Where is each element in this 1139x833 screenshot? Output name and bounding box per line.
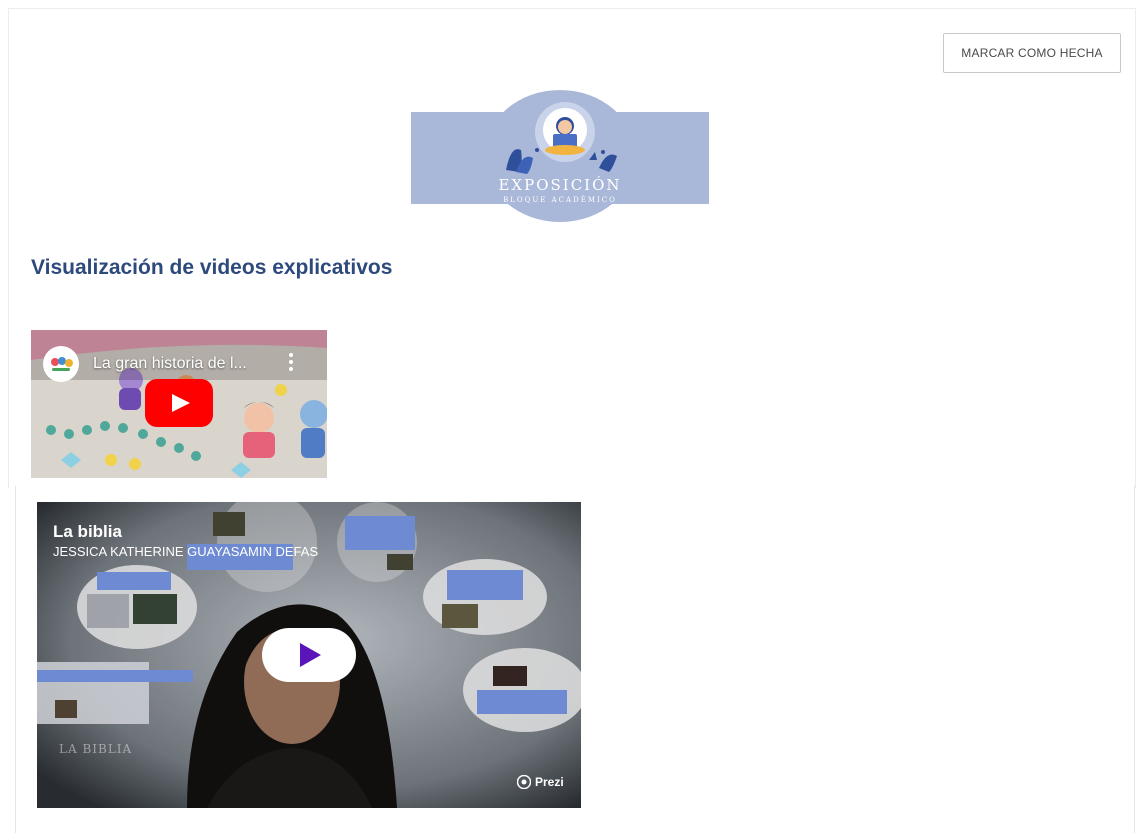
banner-subtitle: BLOQUE ACADÉMICO [503,196,617,204]
youtube-video-title[interactable]: La gran historia de l... [93,355,247,373]
section-title: Visualización de videos explicativos [31,256,393,279]
prezi-video-embed[interactable]: La biblia JESSICA KATHERINE GUAYASAMIN D… [37,502,581,808]
prezi-logo-icon [517,775,531,789]
more-vert-icon[interactable] [287,352,295,372]
prezi-brand-label: Prezi [535,775,564,789]
youtube-play-icon[interactable] [145,379,213,427]
exposicion-banner: EXPOSICIÓN BLOQUE ACADÉMICO [411,90,709,222]
banner-title: EXPOSICIÓN [498,176,622,194]
prezi-brand[interactable]: Prezi [517,775,564,789]
prezi-watermark: LA BIBLIA [59,742,133,756]
prezi-title: La biblia [53,522,122,541]
channel-avatar-icon[interactable] [43,346,79,382]
prezi-author: JESSICA KATHERINE GUAYASAMIN DEFAS [53,544,319,559]
youtube-video-embed[interactable]: La gran historia de l... [31,330,327,478]
prezi-play-icon[interactable] [262,628,356,682]
mark-as-done-button[interactable]: MARCAR COMO HECHA [943,33,1121,73]
